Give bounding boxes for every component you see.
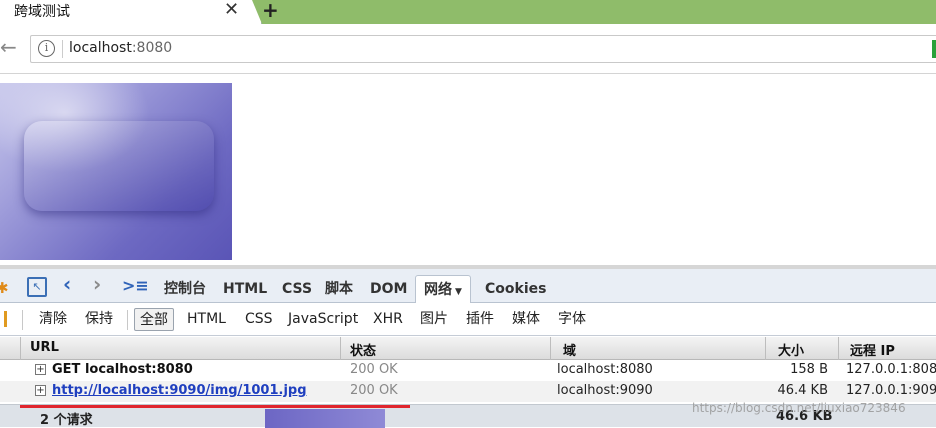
filter-html-button[interactable]: HTML (182, 308, 231, 331)
timeline-bar (265, 409, 385, 428)
tab-net-label: 网络 (424, 282, 452, 298)
tab-strip: 跨域测试 ✕ + (0, 0, 936, 24)
column-divider[interactable] (340, 337, 341, 360)
address-bar[interactable]: i localhost:8080 (30, 35, 936, 63)
request-size: 46.4 KB (777, 383, 828, 398)
tab-console[interactable]: 控制台 (156, 275, 214, 303)
request-count: 2 个请求 (40, 413, 93, 428)
tab-script[interactable]: 脚本 (317, 275, 361, 303)
chevron-left-icon[interactable]: ‹ (63, 274, 71, 294)
tab-html[interactable]: HTML (215, 275, 275, 303)
url-separator (62, 40, 63, 58)
request-size: 158 B (790, 362, 828, 377)
pause-icon[interactable] (0, 311, 7, 327)
filter-css-button[interactable]: CSS (240, 308, 278, 331)
tab-cookies[interactable]: Cookies (477, 275, 554, 303)
request-domain: localhost:8080 (557, 362, 653, 377)
column-header-url[interactable]: URL (30, 340, 59, 355)
request-status: 200 OK (350, 362, 398, 377)
expand-icon[interactable]: + (35, 385, 46, 396)
net-table-header: URL 状态 域 大小 远程 IP (0, 337, 936, 360)
filter-xhr-button[interactable]: XHR (368, 308, 408, 331)
tab-net[interactable]: 网络 ▼ (415, 275, 471, 304)
tab-title: 跨域测试 (14, 4, 70, 20)
separator (127, 310, 128, 330)
filter-images-button[interactable]: 图片 (415, 308, 453, 331)
back-arrow-icon[interactable]: ← (0, 36, 20, 60)
filter-javascript-button[interactable]: JavaScript (283, 308, 363, 331)
request-domain: localhost:9090 (557, 383, 653, 398)
navigation-bar: ← i localhost:8080 (0, 24, 936, 74)
column-divider[interactable] (838, 337, 839, 360)
net-filter-bar: 清除 保持 全部 HTML CSS JavaScript XHR 图片 插件 媒… (0, 303, 936, 336)
table-row[interactable]: + http://localhost:9090/img/1001.jpg 200… (0, 381, 936, 402)
cross-origin-image (0, 83, 232, 260)
column-header-domain[interactable]: 域 (563, 340, 576, 359)
browser-tab[interactable]: 跨域测试 ✕ (0, 0, 262, 24)
separator (22, 310, 23, 330)
column-header-remote-ip[interactable]: 远程 IP (850, 340, 895, 359)
column-divider[interactable] (765, 337, 766, 360)
url-host: localhost (69, 40, 132, 56)
filter-fonts-button[interactable]: 字体 (553, 308, 591, 331)
new-tab-button[interactable]: + (262, 0, 279, 22)
filter-plugins-button[interactable]: 插件 (461, 308, 499, 331)
column-divider (20, 337, 21, 360)
inspect-element-icon[interactable]: ↖ (27, 277, 47, 297)
close-tab-icon[interactable]: ✕ (224, 0, 239, 20)
request-remote-ip: 127.0.0.1:8080 (846, 362, 936, 377)
red-annotation-underline (20, 405, 410, 408)
column-divider[interactable] (550, 337, 551, 360)
site-info-icon[interactable]: i (38, 40, 55, 57)
chevron-right-icon[interactable]: › (93, 274, 101, 294)
filter-all-button[interactable]: 全部 (134, 308, 174, 331)
clear-button[interactable]: 清除 (34, 308, 72, 331)
request-url[interactable]: GET localhost:8080 (52, 362, 193, 377)
filter-media-button[interactable]: 媒体 (507, 308, 545, 331)
table-row[interactable]: + GET localhost:8080 200 OK localhost:80… (0, 360, 936, 381)
request-remote-ip: 127.0.0.1:9090 (846, 383, 936, 398)
firebug-bug-icon[interactable]: ✱ (0, 279, 9, 297)
tab-css[interactable]: CSS (274, 275, 320, 303)
command-line-icon[interactable]: >≡ (122, 277, 149, 295)
firebug-toolbar: ✱ ↖ ‹ › >≡ 控制台 HTML CSS 脚本 DOM 网络 ▼ Cooki… (0, 269, 936, 304)
tab-dom[interactable]: DOM (362, 275, 415, 303)
request-status: 200 OK (350, 383, 398, 398)
column-header-status[interactable]: 状态 (350, 340, 376, 359)
persist-button[interactable]: 保持 (80, 308, 118, 331)
page-content (0, 75, 936, 265)
watermark-text: https://blog.csdn.net/liuxiao723846 (692, 401, 906, 415)
url-text[interactable]: localhost:8080 (69, 40, 172, 56)
shield-icon[interactable] (932, 40, 936, 58)
image-rounded-shape (24, 121, 214, 211)
expand-icon[interactable]: + (35, 364, 46, 375)
request-url-link[interactable]: http://localhost:9090/img/1001.jpg (52, 383, 307, 398)
url-port: :8080 (131, 40, 173, 56)
dropdown-arrow-icon[interactable]: ▼ (455, 287, 462, 297)
column-header-size[interactable]: 大小 (778, 340, 804, 359)
